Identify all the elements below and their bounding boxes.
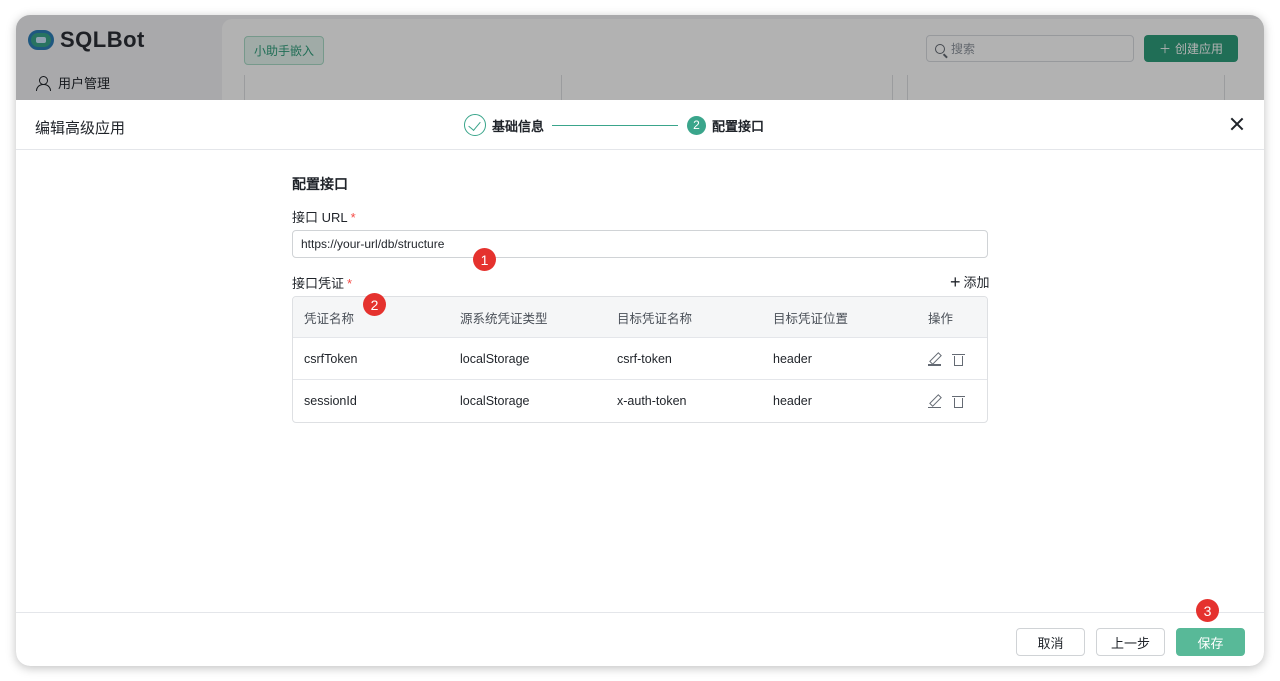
stepper: 基础信息 2 配置接口: [464, 114, 764, 136]
table-cell: localStorage: [460, 351, 530, 366]
required-mark: *: [347, 276, 353, 291]
table-cell: header: [773, 351, 812, 366]
header-cell: 目标凭证名称: [617, 311, 693, 326]
step-basic-info[interactable]: 基础信息: [492, 116, 544, 135]
row-actions: [917, 352, 987, 366]
table-header: 凭证名称 源系统凭证类型 目标凭证名称 目标凭证位置 操作: [293, 297, 987, 338]
header-cell: 目标凭证位置: [773, 311, 849, 326]
save-button[interactable]: 保存: [1176, 628, 1245, 656]
close-icon[interactable]: [1230, 117, 1244, 131]
header-cell: 操作: [928, 311, 954, 326]
trash-icon[interactable]: [952, 394, 965, 408]
table-cell: header: [773, 394, 812, 408]
table-row: sessionId localStorage x-auth-token head…: [293, 380, 987, 422]
table-row: csrfToken localStorage csrf-token header: [293, 338, 987, 380]
add-credential-button[interactable]: + 添加: [950, 272, 990, 291]
app-window: SQLBot 用户管理 小助手嵌入 搜索 ＋ 创建应用 编辑高级应用 基础信息 …: [16, 15, 1264, 666]
dialog-header: 编辑高级应用 基础信息 2 配置接口: [16, 100, 1264, 150]
plus-icon: +: [950, 271, 961, 292]
add-label: 添加: [963, 275, 990, 290]
dialog-footer: 取消 上一步 保存: [16, 612, 1264, 666]
check-icon: [464, 114, 486, 136]
url-label-text: 接口 URL: [292, 210, 348, 225]
credential-label: 接口凭证 *: [292, 273, 352, 292]
credential-table: 凭证名称 源系统凭证类型 目标凭证名称 目标凭证位置 操作 csrfToken …: [292, 296, 988, 423]
dialog-title: 编辑高级应用: [35, 120, 126, 137]
edit-advanced-app-dialog: 编辑高级应用 基础信息 2 配置接口 配置接口 接口 URL* 接口凭证* + …: [16, 100, 1264, 666]
annotation-badge: 2: [363, 293, 386, 316]
step-connector: [552, 124, 679, 126]
annotation-badge: 3: [1196, 599, 1219, 622]
header-cell: 源系统凭证类型: [460, 311, 548, 326]
table-cell: csrf-token: [617, 351, 672, 366]
table-cell: localStorage: [460, 394, 530, 408]
step-configure-api[interactable]: 配置接口: [712, 116, 764, 135]
cancel-button[interactable]: 取消: [1016, 628, 1085, 656]
credential-label-text: 接口凭证: [292, 276, 345, 291]
required-mark: *: [350, 210, 356, 225]
edit-icon[interactable]: [928, 352, 942, 366]
section-title: 配置接口: [292, 176, 348, 192]
previous-step-button[interactable]: 上一步: [1096, 628, 1165, 656]
url-label: 接口 URL *: [292, 207, 356, 226]
url-input[interactable]: [292, 230, 988, 258]
edit-icon[interactable]: [928, 394, 942, 408]
step-number: 2: [687, 115, 707, 135]
table-cell: csrfToken: [304, 351, 358, 366]
table-cell: sessionId: [304, 394, 357, 408]
table-cell: x-auth-token: [617, 394, 687, 408]
row-actions: [917, 394, 987, 408]
trash-icon[interactable]: [952, 352, 965, 366]
annotation-badge: 1: [473, 248, 496, 271]
